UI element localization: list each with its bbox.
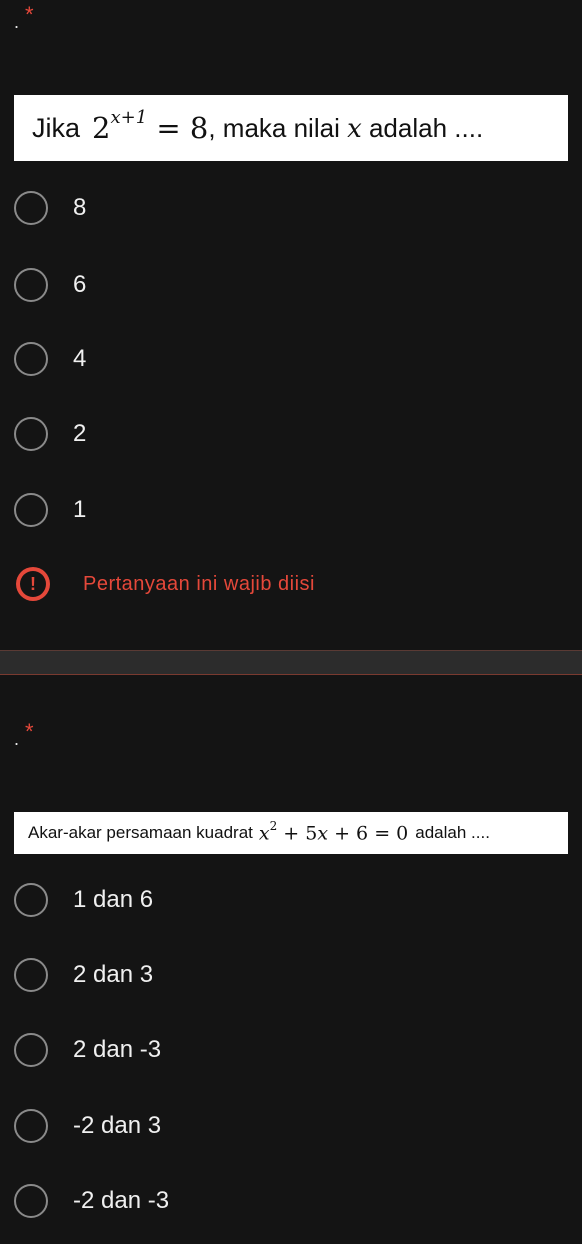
option-label: -2 dan -3 [73,1187,170,1214]
required-warning: ! Pertanyaan ini wajib diisi [16,567,315,601]
option-label: 8 [73,194,87,221]
radio-button[interactable] [14,1109,48,1143]
radio-button[interactable] [14,493,48,527]
required-asterisk: * [25,719,34,744]
question-1-text-before: Jika [32,112,81,143]
question-1-title: Jika 2x+1 = 8 , maka nilai x adalah .... [14,95,568,161]
radio-button[interactable] [14,1184,48,1218]
radio-button[interactable] [14,268,48,302]
option-label: 2 dan 3 [73,961,154,988]
option-label: 1 [73,496,87,523]
required-asterisk: * [25,2,34,27]
question-2-text-after: adalah .... [415,823,490,842]
q2-option-3[interactable]: 2 dan -3 [14,1030,161,1070]
q2-option-2[interactable]: 2 dan 3 [14,955,153,995]
q1-option-3[interactable]: 4 [14,339,86,379]
option-label: 4 [73,345,87,372]
question-1-marker: . * [14,2,34,32]
q1-option-2[interactable]: 6 [14,265,86,305]
radio-button[interactable] [14,342,48,376]
q1-option-5[interactable]: 1 [14,490,86,530]
q2-option-5[interactable]: -2 dan -3 [14,1181,169,1221]
radio-button[interactable] [14,883,48,917]
question-2-marker: . * [14,719,34,749]
q2-option-1[interactable]: 1 dan 6 [14,880,153,920]
option-label: 6 [73,271,87,298]
question-1-text-after: , maka nilai x adalah .... [208,112,484,144]
q2-option-4[interactable]: -2 dan 3 [14,1106,161,1146]
option-label: 2 [73,420,87,447]
option-label: -2 dan 3 [73,1112,162,1139]
exclamation-icon: ! [16,567,50,601]
radio-button[interactable] [14,191,48,225]
question-2-equation: x2 + 5x + 6 = 0 [258,819,409,845]
radio-button[interactable] [14,958,48,992]
question-divider [0,650,582,675]
question-2-text-before: Akar-akar persamaan kuadrat [28,823,253,842]
radio-button[interactable] [14,1033,48,1067]
question-2-title: Akar-akar persamaan kuadrat x2 + 5x + 6 … [14,812,568,854]
option-label: 1 dan 6 [73,886,154,913]
q1-option-4[interactable]: 2 [14,414,86,454]
question-1-equation: 2x+1 = 8 [92,107,209,145]
q1-option-1[interactable]: 8 [14,188,86,228]
option-label: 2 dan -3 [73,1036,162,1063]
radio-button[interactable] [14,417,48,451]
required-message: Pertanyaan ini wajib diisi [83,572,316,595]
